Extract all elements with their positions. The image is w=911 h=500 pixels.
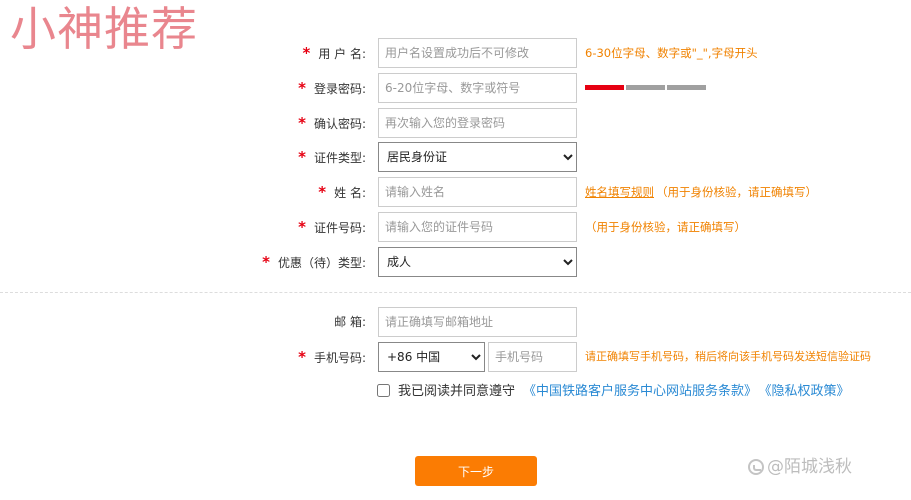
required-star: * bbox=[298, 79, 306, 97]
required-star: * bbox=[298, 218, 306, 236]
phone-label: * 手机号码: bbox=[298, 342, 366, 372]
password-label: * 登录密码: bbox=[298, 73, 366, 103]
passenger-type-label: * 优惠（待）类型: bbox=[262, 247, 366, 277]
name-label: * 姓 名: bbox=[318, 177, 366, 207]
agreement-text: 我已阅读并同意遵守 bbox=[398, 384, 516, 399]
id-number-row: * 证件号码: （用于身份核验，请正确填写） bbox=[0, 212, 911, 242]
password-label-text: 登录密码: bbox=[313, 82, 366, 96]
name-label-text: 姓 名: bbox=[334, 186, 366, 200]
required-star: * bbox=[262, 253, 270, 271]
watermark-text-bottom: @陌城浅秋 bbox=[748, 455, 852, 479]
password-strength-meter bbox=[585, 85, 706, 90]
confirm-password-row: * 确认密码: bbox=[0, 108, 911, 138]
passenger-type-row: * 优惠（待）类型: 成人 bbox=[0, 247, 911, 277]
terms-link[interactable]: 《中国铁路客户服务中心网站服务条款》 bbox=[523, 384, 757, 399]
strength-segment-1 bbox=[585, 85, 624, 90]
strength-segment-3 bbox=[667, 85, 706, 90]
id-type-label-text: 证件类型: bbox=[313, 151, 366, 165]
name-input[interactable] bbox=[378, 177, 577, 207]
agreement-checkbox[interactable] bbox=[377, 384, 390, 397]
required-star: * bbox=[318, 183, 327, 201]
confirm-password-input[interactable] bbox=[378, 108, 577, 138]
id-type-label: * 证件类型: bbox=[298, 142, 366, 172]
username-label-text: 用 户 名: bbox=[318, 47, 366, 61]
required-star: * bbox=[298, 114, 306, 132]
passenger-type-select[interactable]: 成人 bbox=[378, 247, 577, 277]
section-divider bbox=[0, 292, 911, 293]
email-input[interactable] bbox=[378, 307, 577, 337]
watermark-logo-icon bbox=[748, 459, 764, 475]
username-input[interactable] bbox=[378, 38, 577, 68]
password-row: * 登录密码: bbox=[0, 73, 911, 103]
agreement-row: 我已阅读并同意遵守 《中国铁路客户服务中心网站服务条款》 《隐私权政策》 bbox=[374, 380, 850, 404]
email-row: 邮 箱: bbox=[0, 307, 911, 337]
required-star: * bbox=[302, 44, 311, 62]
phone-hint: 请正确填写手机号码，稍后将向该手机号码发送短信验证码 bbox=[585, 350, 871, 363]
email-label: 邮 箱: bbox=[334, 307, 366, 337]
id-type-row: * 证件类型: 居民身份证 bbox=[0, 142, 911, 172]
passenger-type-label-text: 优惠（待）类型: bbox=[277, 256, 366, 270]
privacy-link[interactable]: 《隐私权政策》 bbox=[765, 384, 850, 399]
id-number-input[interactable] bbox=[378, 212, 577, 242]
email-label-text: 邮 箱: bbox=[334, 315, 366, 329]
id-type-select[interactable]: 居民身份证 bbox=[378, 142, 577, 172]
confirm-password-label-text: 确认密码: bbox=[313, 117, 366, 131]
password-input[interactable] bbox=[378, 73, 577, 103]
username-label: * 用 户 名: bbox=[302, 38, 366, 68]
id-number-label-text: 证件号码: bbox=[313, 221, 366, 235]
watermark-bottom-text: @陌城浅秋 bbox=[767, 457, 852, 477]
username-hint: 6-30位字母、数字或"_",字母开头 bbox=[585, 46, 758, 60]
phone-label-text: 手机号码: bbox=[313, 351, 366, 365]
required-star: * bbox=[298, 148, 306, 166]
strength-segment-2 bbox=[626, 85, 665, 90]
name-rules-link[interactable]: 姓名填写规则 bbox=[585, 185, 654, 199]
id-number-hint: （用于身份核验，请正确填写） bbox=[585, 220, 746, 234]
next-step-button[interactable]: 下一步 bbox=[415, 456, 537, 486]
name-hint: 姓名填写规则 （用于身份核验，请正确填写） bbox=[585, 177, 817, 207]
country-code-select[interactable]: +86 中国 bbox=[378, 342, 485, 372]
phone-row: * 手机号码: +86 中国 请正确填写手机号码，稍后将向该手机号码发送短信验证码 bbox=[0, 342, 911, 372]
name-row: * 姓 名: 姓名填写规则（用于身份核验，请正确填写） bbox=[0, 177, 911, 207]
confirm-password-label: * 确认密码: bbox=[298, 108, 366, 138]
id-number-label: * 证件号码: bbox=[298, 212, 366, 242]
username-row: * 用 户 名: 6-30位字母、数字或"_",字母开头 bbox=[0, 38, 911, 68]
phone-input[interactable] bbox=[488, 342, 577, 372]
name-hint-note: （用于身份核验，请正确填写） bbox=[656, 185, 817, 199]
required-star: * bbox=[298, 348, 306, 366]
